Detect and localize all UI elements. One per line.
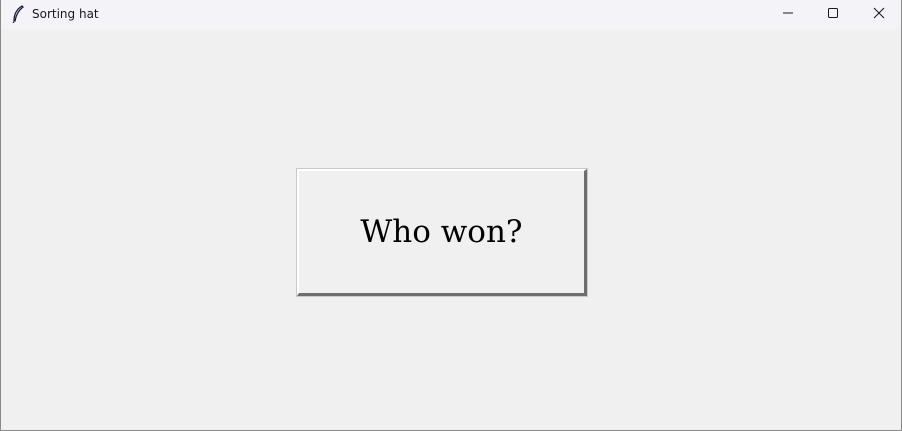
title-bar[interactable]: Sorting hat <box>1 0 901 29</box>
app-window: Sorting hat Who won? <box>0 0 902 431</box>
close-icon <box>873 6 885 24</box>
feather-icon <box>11 5 25 24</box>
maximize-button[interactable] <box>810 0 856 29</box>
who-won-button[interactable]: Who won? <box>296 168 588 297</box>
window-title: Sorting hat <box>32 7 99 21</box>
minimize-icon <box>782 6 794 24</box>
close-button[interactable] <box>856 0 902 29</box>
minimize-button[interactable] <box>765 0 811 29</box>
maximize-icon <box>827 6 839 24</box>
